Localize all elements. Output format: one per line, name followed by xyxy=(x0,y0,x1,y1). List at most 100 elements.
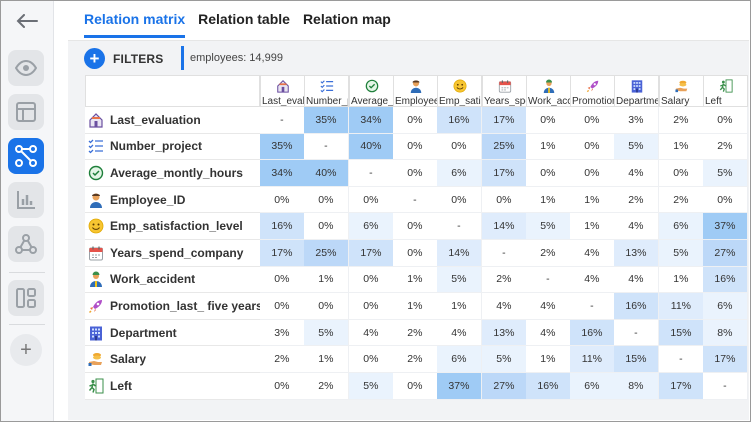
column-header[interactable]: Department xyxy=(614,75,660,107)
matrix-cell[interactable]: - xyxy=(526,266,571,294)
matrix-cell[interactable]: 27% xyxy=(703,240,748,267)
matrix-cell[interactable]: 1% xyxy=(526,186,571,214)
matrix-cell[interactable]: 2% xyxy=(614,186,659,214)
matrix-cell[interactable]: 25% xyxy=(304,240,349,267)
matrix-cell[interactable]: - xyxy=(703,373,748,400)
matrix-cell[interactable]: 2% xyxy=(659,186,704,214)
matrix-cell[interactable]: - xyxy=(614,319,659,347)
matrix-cell[interactable]: 2% xyxy=(304,373,349,400)
matrix-cell[interactable]: 1% xyxy=(570,186,615,214)
matrix-cell[interactable]: 6% xyxy=(349,213,394,240)
matrix-cell[interactable]: 1% xyxy=(393,293,438,320)
matrix-cell[interactable]: 0% xyxy=(304,213,349,240)
matrix-cell[interactable]: 4% xyxy=(614,160,659,187)
matrix-cell[interactable]: 6% xyxy=(659,213,704,240)
matrix-cell[interactable]: 0% xyxy=(393,107,438,134)
matrix-cell[interactable]: 3% xyxy=(614,107,659,134)
column-header[interactable]: Years_spend_company xyxy=(482,75,528,107)
row-header[interactable]: Employee_ID xyxy=(85,186,260,214)
matrix-cell[interactable]: 15% xyxy=(659,319,704,347)
matrix-cell[interactable]: 0% xyxy=(260,266,305,294)
matrix-cell[interactable]: 25% xyxy=(482,133,527,161)
matrix-cell[interactable]: 17% xyxy=(349,240,394,267)
matrix-cell[interactable]: 5% xyxy=(659,240,704,267)
row-header[interactable]: Average_montly_hours xyxy=(85,160,260,187)
matrix-cell[interactable]: 5% xyxy=(304,319,349,347)
matrix-cell[interactable]: 0% xyxy=(393,213,438,240)
matrix-cell[interactable]: 0% xyxy=(304,186,349,214)
matrix-cell[interactable]: 15% xyxy=(614,346,659,373)
matrix-cell[interactable]: 13% xyxy=(614,240,659,267)
matrix-cell[interactable]: 4% xyxy=(526,319,571,347)
rail-eye-button[interactable] xyxy=(8,50,44,86)
matrix-cell[interactable]: 5% xyxy=(526,213,571,240)
matrix-cell[interactable]: 0% xyxy=(349,346,394,373)
matrix-cell[interactable]: 1% xyxy=(570,213,615,240)
matrix-cell[interactable]: 0% xyxy=(570,107,615,134)
tab-relation-map[interactable]: Relation map xyxy=(303,10,391,38)
matrix-cell[interactable]: 0% xyxy=(703,107,748,134)
matrix-cell[interactable]: 0% xyxy=(393,133,438,161)
column-header[interactable]: Number_project xyxy=(304,75,350,107)
row-header[interactable]: Last_evaluation xyxy=(85,107,260,134)
matrix-cell[interactable]: 0% xyxy=(703,186,748,214)
matrix-cell[interactable]: 6% xyxy=(437,346,482,373)
matrix-cell[interactable]: 3% xyxy=(260,319,305,347)
matrix-cell[interactable]: - xyxy=(260,107,305,134)
matrix-cell[interactable]: 0% xyxy=(349,266,394,294)
matrix-cell[interactable]: 2% xyxy=(482,266,527,294)
matrix-cell[interactable]: 4% xyxy=(570,240,615,267)
matrix-cell[interactable]: 0% xyxy=(260,293,305,320)
matrix-cell[interactable]: 0% xyxy=(304,293,349,320)
matrix-cell[interactable]: 2% xyxy=(526,240,571,267)
matrix-cell[interactable]: 0% xyxy=(437,186,482,214)
row-header[interactable]: Number_project xyxy=(85,133,260,161)
matrix-cell[interactable]: 35% xyxy=(260,133,305,161)
matrix-cell[interactable]: 1% xyxy=(659,133,704,161)
rail-layout-button[interactable] xyxy=(8,94,44,130)
matrix-cell[interactable]: 6% xyxy=(437,160,482,187)
matrix-cell[interactable]: 1% xyxy=(659,266,704,294)
matrix-cell[interactable]: 11% xyxy=(659,293,704,320)
row-header[interactable]: Left xyxy=(85,373,260,400)
matrix-cell[interactable]: - xyxy=(304,133,349,161)
matrix-cell[interactable]: 0% xyxy=(526,107,571,134)
matrix-cell[interactable]: 5% xyxy=(482,346,527,373)
matrix-cell[interactable]: 0% xyxy=(393,373,438,400)
matrix-cell[interactable]: 17% xyxy=(703,346,748,373)
matrix-cell[interactable]: 8% xyxy=(703,319,748,347)
matrix-cell[interactable]: 0% xyxy=(393,160,438,187)
matrix-cell[interactable]: - xyxy=(482,240,527,267)
row-header[interactable]: Salary xyxy=(85,346,260,373)
matrix-cell[interactable]: 5% xyxy=(703,160,748,187)
filters-button[interactable]: + FILTERS xyxy=(84,48,164,69)
column-header[interactable]: Emp_satisfaction_level xyxy=(437,75,483,107)
row-header[interactable]: Emp_satisfaction_level xyxy=(85,213,260,240)
matrix-cell[interactable]: 34% xyxy=(260,160,305,187)
matrix-cell[interactable]: 1% xyxy=(304,266,349,294)
matrix-cell[interactable]: 16% xyxy=(703,266,748,294)
column-header[interactable]: Left xyxy=(703,75,749,107)
matrix-cell[interactable]: 0% xyxy=(260,373,305,400)
matrix-cell[interactable]: 0% xyxy=(393,240,438,267)
matrix-cell[interactable]: 2% xyxy=(659,107,704,134)
matrix-cell[interactable]: 14% xyxy=(437,240,482,267)
matrix-cell[interactable]: - xyxy=(393,186,438,214)
column-header[interactable]: Employee_ID xyxy=(393,75,439,107)
matrix-cell[interactable]: 4% xyxy=(614,266,659,294)
matrix-cell[interactable]: 0% xyxy=(659,160,704,187)
matrix-cell[interactable]: 2% xyxy=(703,133,748,161)
matrix-cell[interactable]: 17% xyxy=(482,160,527,187)
matrix-cell[interactable]: - xyxy=(570,293,615,320)
matrix-cell[interactable]: 5% xyxy=(437,266,482,294)
rail-dashboard-button[interactable] xyxy=(8,280,44,316)
matrix-cell[interactable]: 1% xyxy=(304,346,349,373)
matrix-cell[interactable]: 4% xyxy=(570,266,615,294)
rail-chart-button[interactable] xyxy=(8,182,44,218)
matrix-cell[interactable]: 35% xyxy=(304,107,349,134)
matrix-cell[interactable]: 8% xyxy=(614,373,659,400)
matrix-cell[interactable]: 16% xyxy=(570,319,615,347)
matrix-cell[interactable]: 0% xyxy=(570,133,615,161)
matrix-cell[interactable]: 1% xyxy=(526,346,571,373)
column-header[interactable]: Work_accident xyxy=(526,75,572,107)
